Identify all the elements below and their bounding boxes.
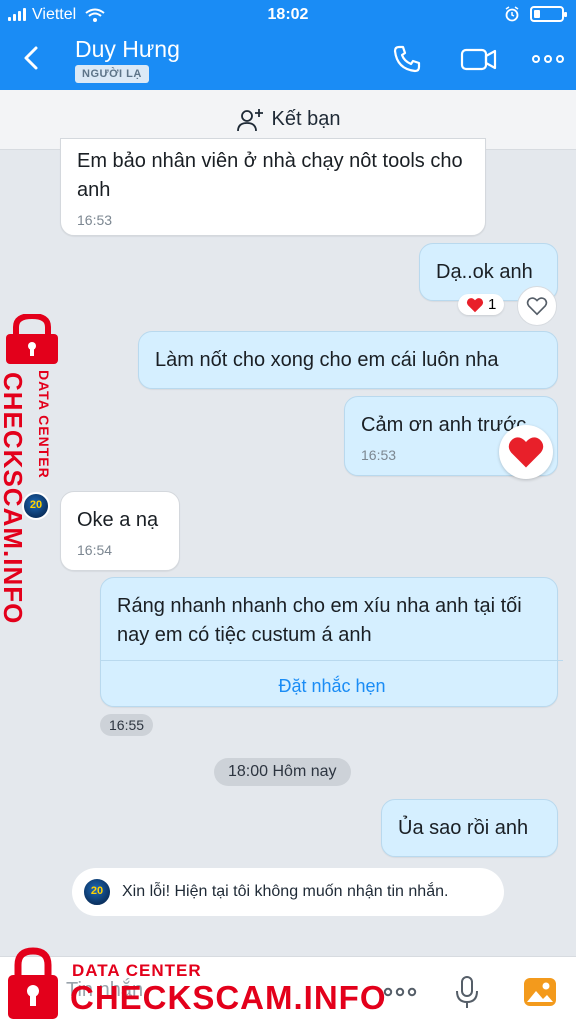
message-text: Em bảo nhân viên ở nhà chạy nôt tools ch… [77,150,463,201]
heart-outline-icon [526,297,548,316]
back-arrow-icon[interactable] [18,42,46,74]
status-bar: Viettel 18:02 [0,4,576,28]
microphone-icon[interactable] [449,974,485,1010]
add-friend-label: Kết bạn [271,108,341,130]
message-text: Làm nốt cho xong cho em cái luôn nha [155,349,499,371]
contact-name[interactable]: Duy Hưng [75,36,180,63]
chat-header: Viettel 18:02 Duy Hưng NGƯỜI LẠ [0,0,576,90]
reaction-count-value: 1 [488,296,497,313]
more-options-icon[interactable] [382,974,418,1010]
message-outgoing[interactable]: Làm nốt cho xong cho em cái luôn nha [138,331,558,389]
watermark-side: DATA CENTER CHECKSCAM.INFO [0,310,62,624]
battery-icon [530,6,567,22]
react-button[interactable] [517,286,557,326]
heart-icon [466,297,484,312]
lock-icon [8,947,58,1019]
stranger-tag: NGƯỜI LẠ [75,65,149,83]
system-message-text: Xin lỗi! Hiện tại tôi không muốn nhận ti… [122,883,449,900]
system-avatar: 20 [82,877,112,907]
lock-icon [6,314,58,364]
date-separator: 18:00 Hôm nay [214,758,351,786]
watermark-big: CHECKSCAM.INFO [0,372,28,625]
message-incoming[interactable]: Oke a nạ 16:54 [60,491,180,571]
message-time: 16:55 [100,714,154,736]
message-text: Dạ..ok anh [436,261,533,283]
image-gallery-icon[interactable] [522,974,558,1010]
watermark-small: DATA CENTER [36,370,52,479]
clock: 18:02 [267,6,309,23]
add-user-icon [236,108,263,131]
set-reminder-button[interactable]: Đặt nhắc hẹn [101,660,563,710]
message-text: Oke a nạ [77,509,159,531]
alarm-icon [505,6,519,22]
watermark-small: DATA CENTER [72,961,202,980]
message-time: 16:54 [77,542,113,558]
video-call-icon[interactable] [460,42,498,76]
system-message: 20 Xin lỗi! Hiện tại tôi không muốn nhận… [72,868,504,916]
reaction-heart[interactable] [499,425,553,479]
message-incoming[interactable]: Em bảo nhân viên ở nhà chạy nôt tools ch… [60,138,486,236]
reaction-count[interactable]: 1 [458,294,505,315]
message-text: Ráng nhanh nhanh cho em xíu nha anh tại … [117,595,522,646]
heart-icon [508,437,544,468]
phone-icon[interactable] [390,42,424,76]
message-outgoing[interactable]: Ủa sao rồi anh [381,799,558,857]
message-text: Ủa sao rồi anh [398,817,529,839]
more-options-icon[interactable] [531,42,565,76]
message-time: 16:53 [77,212,113,228]
message-outgoing[interactable]: Ráng nhanh nhanh cho em xíu nha anh tại … [100,577,563,707]
watermark-big: CHECKSCAM.INFO [70,979,387,1016]
message-input-bar: Tin nhắn DATA CENTER CHECKSCAM.INFO [0,947,576,1024]
